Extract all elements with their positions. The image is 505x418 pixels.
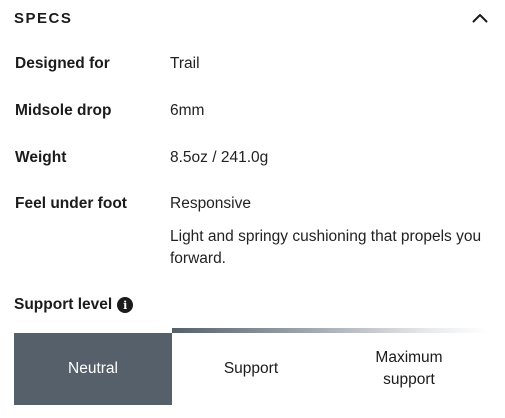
spec-value: Responsive bbox=[170, 195, 251, 212]
spec-label: Midsole drop bbox=[15, 102, 112, 119]
spec-value: 8.5oz / 241.0g bbox=[170, 149, 269, 166]
support-level-label: Support level bbox=[14, 296, 113, 313]
support-option-maximum-support[interactable]: Maximum support bbox=[330, 333, 488, 405]
spec-label: Feel under foot bbox=[15, 195, 127, 212]
spec-value: 6mm bbox=[170, 102, 205, 119]
chevron-up-icon[interactable] bbox=[470, 8, 490, 28]
support-option-neutral[interactable]: Neutral bbox=[14, 333, 172, 405]
spec-label: Designed for bbox=[15, 55, 110, 72]
support-level-options: Neutral Support Maximum support bbox=[14, 333, 488, 405]
support-level-heading: Support level i bbox=[14, 296, 134, 314]
support-option-support[interactable]: Support bbox=[172, 333, 330, 405]
specs-header[interactable]: SPECS bbox=[14, 8, 490, 28]
section-title: SPECS bbox=[14, 9, 73, 27]
feel-description: Light and springy cushioning that propel… bbox=[170, 228, 482, 267]
info-icon[interactable]: i bbox=[117, 297, 134, 313]
spec-value: Trail bbox=[170, 55, 200, 72]
spec-label: Weight bbox=[15, 149, 67, 166]
